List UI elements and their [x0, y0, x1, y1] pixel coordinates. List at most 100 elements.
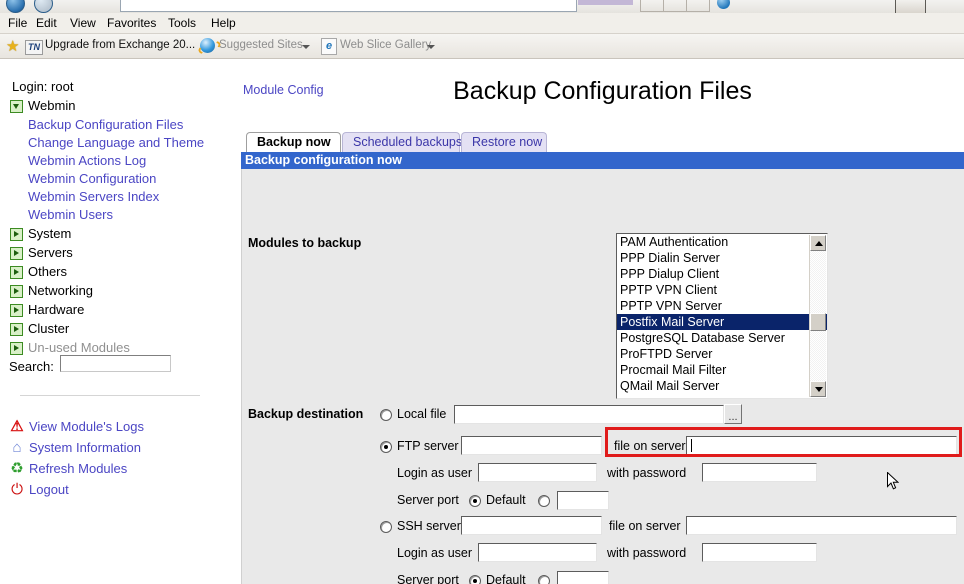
ssh-port-input[interactable] — [557, 571, 609, 584]
scroll-down-button[interactable] — [810, 381, 826, 397]
expand-right-icon[interactable] — [10, 285, 23, 298]
menu-tools[interactable]: Tools — [163, 15, 201, 32]
menu-view[interactable]: View — [65, 15, 101, 32]
favorite-web-slice-gallery[interactable]: Web Slice Gallery — [340, 37, 431, 54]
ssh-file-on-server-label: file on server — [609, 519, 681, 533]
favorite-upgrade-exchange[interactable]: Upgrade from Exchange 20... — [45, 37, 195, 54]
list-item[interactable]: ProFTPD Server — [617, 346, 827, 362]
suggested-sites-chevron-down-icon[interactable] — [302, 45, 310, 49]
local-file-label: Local file — [397, 407, 447, 421]
expand-right-icon[interactable] — [10, 342, 23, 355]
web-slice-chevron-down-icon[interactable] — [427, 45, 435, 49]
back-button[interactable] — [6, 0, 25, 13]
forward-button[interactable] — [34, 0, 53, 13]
sidebar-label-hardware: Hardware — [28, 302, 85, 317]
radio-local-file[interactable] — [380, 409, 392, 421]
radio-ftp-server[interactable] — [380, 441, 392, 453]
sidebar-link-webmin-servers-index[interactable]: Webmin Servers Index — [28, 189, 159, 204]
stop-button[interactable] — [663, 0, 687, 12]
search-input[interactable] — [60, 355, 171, 372]
sidebar-link-webmin-configuration[interactable]: Webmin Configuration — [28, 171, 156, 186]
ftp-login-input[interactable] — [478, 463, 597, 482]
local-file-input[interactable] — [454, 405, 724, 424]
radio-ssh-port-custom[interactable] — [538, 575, 550, 584]
text-cursor-caret — [691, 439, 692, 452]
ie-logo-icon — [717, 0, 730, 9]
address-input[interactable] — [120, 0, 577, 12]
radio-ftp-port-default[interactable] — [469, 495, 481, 507]
ssh-login-input[interactable] — [478, 543, 597, 562]
sidebar-action-view-modules-logs[interactable]: View Module's Logs — [29, 419, 144, 434]
ssh-file-on-server-input[interactable] — [686, 516, 957, 535]
main-content: Module Config Backup Configuration Files… — [241, 59, 964, 584]
tab-scheduled-backups[interactable]: Scheduled backups — [342, 132, 462, 152]
refresh-icon: ♻ — [10, 460, 24, 477]
expand-right-icon[interactable] — [10, 228, 23, 241]
ssh-server-label: SSH server — [397, 519, 461, 533]
window-restore-button[interactable] — [895, 0, 926, 13]
modules-to-backup-listbox[interactable]: PAM Authentication PPP Dialin Server PPP… — [616, 233, 828, 399]
radio-ssh-server[interactable] — [380, 521, 392, 533]
list-item[interactable]: PAM Authentication — [617, 234, 827, 250]
expand-down-icon[interactable] — [10, 100, 23, 113]
expand-right-icon[interactable] — [10, 304, 23, 317]
sidebar-label-networking: Networking — [28, 283, 94, 298]
list-item[interactable]: QMail Mail Server — [617, 378, 827, 394]
list-item[interactable]: PPTP VPN Server — [617, 298, 827, 314]
ftp-port-input[interactable] — [557, 491, 609, 510]
ftp-server-input[interactable] — [461, 436, 602, 455]
tab-backup-now[interactable]: Backup now — [246, 132, 341, 152]
radio-ssh-port-default[interactable] — [469, 575, 481, 584]
local-file-browse-button[interactable]: ... — [724, 404, 742, 424]
expand-right-icon[interactable] — [10, 323, 23, 336]
sidebar-action-system-information[interactable]: System Information — [29, 440, 141, 455]
tab-restore-now[interactable]: Restore now — [461, 132, 547, 152]
favorite-suggested-sites[interactable]: Suggested Sites — [219, 37, 303, 54]
list-item[interactable]: PPTP VPN Client — [617, 282, 827, 298]
ftp-port-label: Server port — [397, 493, 459, 507]
sidebar-link-webmin-actions-log[interactable]: Webmin Actions Log — [28, 153, 146, 168]
radio-ftp-port-custom[interactable] — [538, 495, 550, 507]
power-icon: ⏻ — [11, 481, 23, 498]
expand-right-icon[interactable] — [10, 266, 23, 279]
favorites-star-icon[interactable]: ★ — [6, 39, 21, 54]
list-item[interactable]: PPP Dialup Client — [617, 266, 827, 282]
sidebar-link-change-language-and-theme[interactable]: Change Language and Theme — [28, 135, 204, 150]
sidebar-action-logout[interactable]: Logout — [29, 482, 69, 497]
ssh-port-label: Server port — [397, 573, 459, 584]
page-title: Backup Configuration Files — [453, 77, 752, 105]
suggested-sites-icon — [200, 38, 215, 53]
backup-form-panel: Modules to backup PAM Authentication PPP… — [241, 169, 964, 584]
sidebar-label-cluster: Cluster — [28, 321, 70, 336]
ftp-password-input[interactable] — [702, 463, 817, 482]
ssh-server-input[interactable] — [461, 516, 602, 535]
sidebar-label-servers: Servers — [28, 245, 73, 260]
menu-edit[interactable]: Edit — [31, 15, 62, 32]
menu-favorites[interactable]: Favorites — [102, 15, 161, 32]
list-item-selected[interactable]: Postfix Mail Server — [617, 314, 827, 330]
sidebar-label-others: Others — [28, 264, 68, 279]
scrollbar-thumb[interactable] — [810, 313, 826, 331]
search-button[interactable] — [686, 0, 710, 12]
sidebar-link-webmin-users[interactable]: Webmin Users — [28, 207, 113, 222]
list-item[interactable]: PostgreSQL Database Server — [617, 330, 827, 346]
list-item[interactable]: Procmail Mail Filter — [617, 362, 827, 378]
ftp-file-on-server-input[interactable] — [686, 436, 957, 455]
ssh-port-default-label: Default — [486, 573, 526, 584]
menu-file[interactable]: File — [3, 15, 32, 32]
sidebar-action-refresh-modules[interactable]: Refresh Modules — [29, 461, 127, 476]
sidebar: Login: root Webmin Backup Configuration … — [0, 59, 241, 584]
sidebar-label-system: System — [28, 226, 72, 241]
expand-right-icon[interactable] — [10, 247, 23, 260]
modules-scrollbar[interactable] — [809, 235, 826, 397]
ssh-password-input[interactable] — [702, 543, 817, 562]
list-item[interactable]: PPP Dialin Server — [617, 250, 827, 266]
scroll-up-button[interactable] — [810, 235, 826, 251]
login-label: Login: root — [12, 79, 74, 94]
sidebar-link-backup-configuration-files[interactable]: Backup Configuration Files — [28, 117, 183, 132]
browser-window: File Edit View Favorites Tools Help ★ TN… — [0, 0, 964, 584]
ftp-password-label: with password — [607, 466, 687, 480]
menu-bar: File Edit View Favorites Tools Help — [0, 13, 964, 34]
menu-help[interactable]: Help — [206, 15, 241, 32]
refresh-button[interactable] — [640, 0, 664, 12]
